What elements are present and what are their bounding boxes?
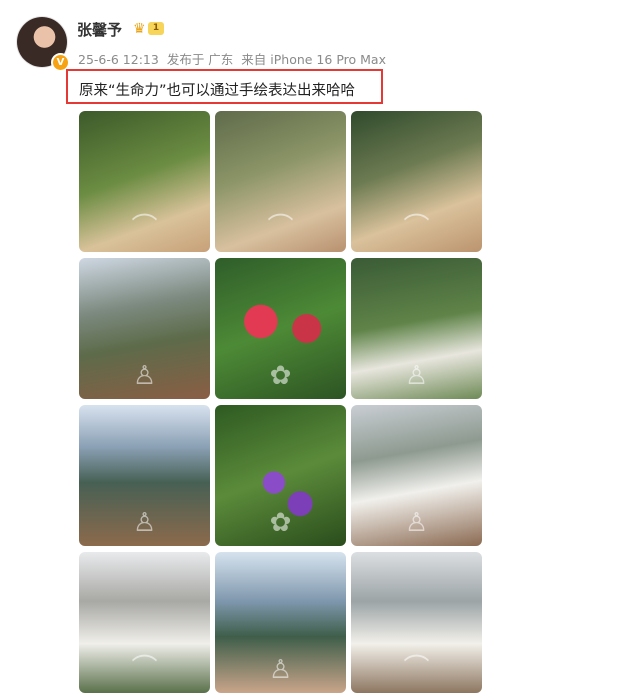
flower-icon: ✿ bbox=[269, 508, 292, 538]
photo-thumbnail[interactable]: ✿ bbox=[215, 405, 346, 546]
post-source: 来自 iPhone 16 Pro Max bbox=[241, 52, 386, 67]
sun-hat-icon: ⌒ bbox=[403, 213, 430, 243]
sun-hat-icon: ⌒ bbox=[131, 213, 158, 243]
photo-thumbnail[interactable]: ♙ bbox=[351, 405, 482, 546]
person-icon: ♙ bbox=[268, 655, 293, 685]
person-icon: ♙ bbox=[132, 508, 157, 538]
photo-thumbnail[interactable]: ⌒ bbox=[79, 552, 210, 693]
post-meta: 25-6-6 12:13 发布于 广东 来自 iPhone 16 Pro Max bbox=[78, 49, 386, 68]
person-icon: ♙ bbox=[404, 361, 429, 391]
sun-hat-icon: ⌒ bbox=[403, 654, 430, 684]
crown-icon: ♛ bbox=[133, 21, 146, 37]
photo-thumbnail[interactable]: ⌒ bbox=[351, 111, 482, 252]
photo-thumbnail[interactable]: ⌒ bbox=[215, 111, 346, 252]
username[interactable]: 张馨予 bbox=[77, 19, 122, 40]
person-icon: ♙ bbox=[404, 508, 429, 538]
sun-hat-icon: ⌒ bbox=[131, 654, 158, 684]
photo-thumbnail[interactable]: ⌒ bbox=[351, 552, 482, 693]
photo-thumbnail[interactable]: ♙ bbox=[215, 552, 346, 693]
person-icon: ♙ bbox=[132, 361, 157, 391]
sun-hat-icon: ⌒ bbox=[267, 213, 294, 243]
photo-thumbnail[interactable]: ⌒ bbox=[79, 111, 210, 252]
flower-icon: ✿ bbox=[269, 361, 292, 391]
post-location: 发布于 广东 bbox=[166, 52, 234, 67]
photo-thumbnail[interactable]: ♙ bbox=[351, 258, 482, 399]
post-caption: 原来“生命力”也可以通过手绘表达出来哈哈 bbox=[79, 83, 356, 99]
post-date[interactable]: 25-6-6 12:13 bbox=[78, 52, 159, 67]
photo-thumbnail[interactable]: ♙ bbox=[79, 258, 210, 399]
photo-thumbnail[interactable]: ♙ bbox=[79, 405, 210, 546]
level-badge: 1 bbox=[148, 22, 164, 35]
photo-thumbnail[interactable]: ✿ bbox=[215, 258, 346, 399]
